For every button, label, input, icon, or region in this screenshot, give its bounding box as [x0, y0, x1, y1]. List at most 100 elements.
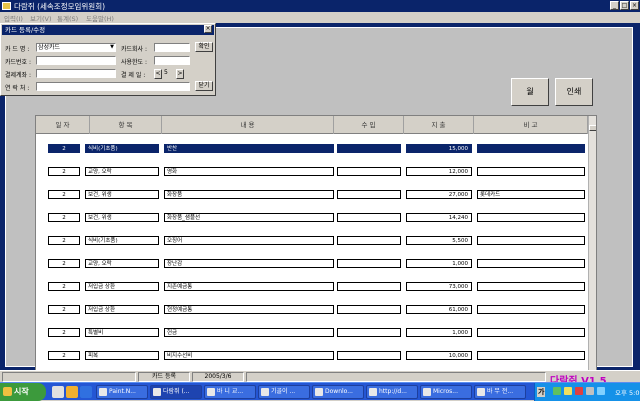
table-row[interactable]: 2 저입금 상환 현정예금통 61,000: [36, 298, 588, 321]
close-button[interactable]: ×: [630, 1, 639, 10]
cell-content[interactable]: 오징어: [164, 236, 334, 245]
cell-expense[interactable]: 12,000: [406, 167, 472, 176]
cell-item[interactable]: 교양, 오락: [85, 167, 159, 176]
cell-content[interactable]: 지존예금통: [164, 282, 334, 291]
show-desktop-icon[interactable]: [52, 386, 64, 398]
cell-income[interactable]: [337, 328, 401, 337]
taskbar-button[interactable]: 기골이 ...: [258, 385, 310, 399]
header-content[interactable]: 내 용: [162, 116, 334, 134]
contact-field[interactable]: [36, 82, 190, 91]
cell-income[interactable]: [337, 305, 401, 314]
account-field[interactable]: [36, 69, 116, 78]
cell-income[interactable]: [337, 236, 401, 245]
cell-day[interactable]: 2: [48, 190, 80, 199]
payday-value[interactable]: 5: [163, 69, 175, 78]
cell-day[interactable]: 2: [48, 282, 80, 291]
header-note[interactable]: 비 고: [474, 116, 588, 134]
security-icon[interactable]: [575, 387, 583, 395]
messenger-icon[interactable]: [597, 387, 605, 395]
cell-content[interactable]: 영화: [164, 167, 334, 176]
cell-note[interactable]: [477, 282, 585, 291]
cell-expense[interactable]: 1,000: [406, 259, 472, 268]
cell-note[interactable]: [477, 236, 585, 245]
cell-item[interactable]: 식비(기초품): [85, 236, 159, 245]
payday-increase-button[interactable]: >: [176, 69, 184, 79]
cell-note[interactable]: [477, 328, 585, 337]
ime-indicator[interactable]: 가: [537, 387, 546, 397]
cell-day[interactable]: 2: [48, 259, 80, 268]
taskbar-button[interactable]: Downlo...: [312, 385, 364, 399]
taskbar-button[interactable]: 바 무 전...: [474, 385, 526, 399]
cell-expense[interactable]: 1,000: [406, 328, 472, 337]
cell-expense[interactable]: 27,000: [406, 190, 472, 199]
cell-expense[interactable]: 14,240: [406, 213, 472, 222]
cell-note[interactable]: [477, 167, 585, 176]
cell-note[interactable]: [477, 144, 585, 153]
cell-item[interactable]: 저입금 상환: [85, 305, 159, 314]
card-company-field[interactable]: [154, 43, 190, 52]
table-row[interactable]: 2 보건, 위생 화장품 27,000 롯데카드: [36, 183, 588, 206]
cell-day[interactable]: 2: [48, 328, 80, 337]
table-row[interactable]: 2 저입금 상환 지존예금통 73,000: [36, 275, 588, 298]
taskbar-button[interactable]: Micros...: [420, 385, 472, 399]
table-row[interactable]: 2 식비(기초품) 오징어 5,500: [36, 229, 588, 252]
cell-expense[interactable]: 61,000: [406, 305, 472, 314]
taskbar-button[interactable]: 바 니 교...: [204, 385, 256, 399]
cell-content[interactable]: 현정예금통: [164, 305, 334, 314]
cell-content[interactable]: 화장품_샘플선: [164, 213, 334, 222]
card-name-select[interactable]: 삼성카드 ▼: [36, 43, 116, 52]
header-expense[interactable]: 지 출: [404, 116, 474, 134]
cell-content[interactable]: 헌금: [164, 328, 334, 337]
scrollbar-thumb[interactable]: [589, 125, 596, 131]
volume-icon[interactable]: [586, 387, 594, 395]
table-row[interactable]: 2 피복 비지수선비 10,000: [36, 344, 588, 367]
cell-expense[interactable]: 73,000: [406, 282, 472, 291]
header-income[interactable]: 수 입: [334, 116, 404, 134]
cell-expense[interactable]: 5,500: [406, 236, 472, 245]
quicklaunch-folder-icon[interactable]: [66, 386, 78, 398]
maximize-button[interactable]: □: [620, 1, 629, 10]
cell-note[interactable]: [477, 351, 585, 360]
cell-day[interactable]: 2: [48, 167, 80, 176]
cell-content[interactable]: 비지수선비: [164, 351, 334, 360]
cell-day[interactable]: 2: [48, 236, 80, 245]
cell-income[interactable]: [337, 144, 401, 153]
cell-note[interactable]: [477, 305, 585, 314]
cell-expense[interactable]: 15,000: [406, 144, 472, 153]
cell-income[interactable]: [337, 282, 401, 291]
cell-item[interactable]: 특별비: [85, 328, 159, 337]
cell-income[interactable]: [337, 167, 401, 176]
taskbar-button[interactable]: http://d...: [366, 385, 418, 399]
cell-item[interactable]: 피복: [85, 351, 159, 360]
taskbar-button[interactable]: 다람쥐 (...: [150, 385, 202, 399]
cell-income[interactable]: [337, 213, 401, 222]
cell-income[interactable]: [337, 190, 401, 199]
menu-input[interactable]: 입력(I): [4, 13, 23, 23]
cell-day[interactable]: 2: [48, 213, 80, 222]
network-icon[interactable]: [553, 387, 561, 395]
cell-day[interactable]: 2: [48, 144, 80, 153]
cell-content[interactable]: 장난감: [164, 259, 334, 268]
cell-item[interactable]: 보건, 위생: [85, 213, 159, 222]
cell-income[interactable]: [337, 351, 401, 360]
cell-day[interactable]: 2: [48, 305, 80, 314]
cell-item[interactable]: 식비(기초품): [85, 144, 159, 153]
menu-view[interactable]: 보기(V): [30, 13, 51, 23]
header-date[interactable]: 일 자: [36, 116, 90, 134]
header-item[interactable]: 항 목: [90, 116, 162, 134]
table-row[interactable]: 2 특별비 헌금 1,000: [36, 321, 588, 344]
menu-help[interactable]: 도움말(H): [86, 13, 114, 23]
table-row[interactable]: 2 보건, 위생 화장품_샘플선 14,240: [36, 206, 588, 229]
table-row[interactable]: 2 식비(기초품) 반찬 15,000: [36, 137, 588, 160]
cell-note[interactable]: [477, 259, 585, 268]
confirm-button[interactable]: 확인: [195, 42, 213, 52]
start-button[interactable]: 시작: [0, 383, 46, 401]
table-row[interactable]: 2 교양, 오락 영화 12,000: [36, 160, 588, 183]
card-number-field[interactable]: [36, 56, 116, 65]
cell-item[interactable]: 저입금 상환: [85, 282, 159, 291]
cell-income[interactable]: [337, 259, 401, 268]
taskbar-button[interactable]: Paint.N...: [96, 385, 148, 399]
vertical-scrollbar[interactable]: [588, 116, 596, 372]
cell-day[interactable]: 2: [48, 351, 80, 360]
cell-note[interactable]: 롯데카드: [477, 190, 585, 199]
